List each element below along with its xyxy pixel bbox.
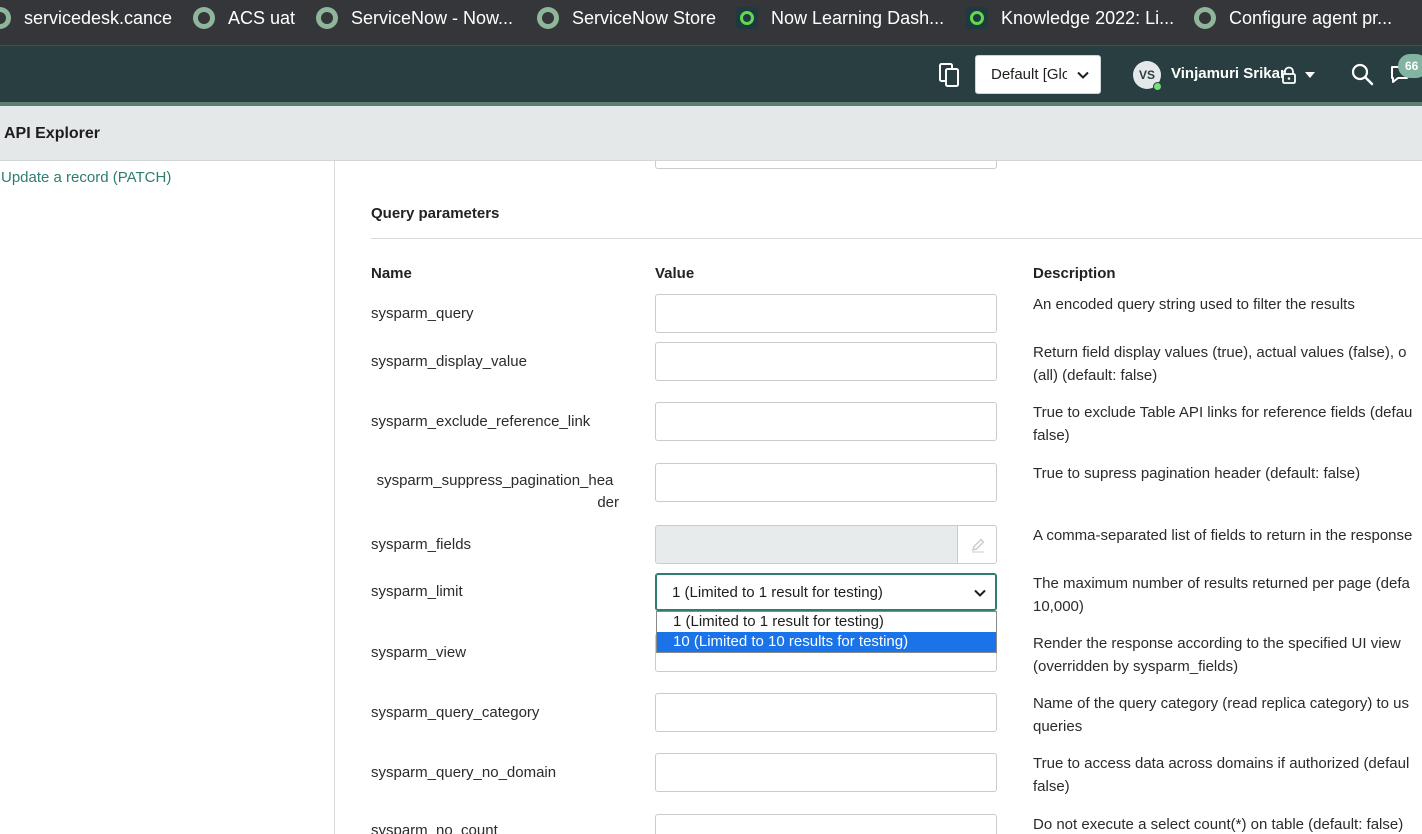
page-title: API Explorer [4,125,101,142]
description-line: (all) (default: false) [1033,367,1158,384]
bookmark-servicedesk[interactable]: servicedesk.cance [0,0,172,36]
bookmark-servicenow-store[interactable]: ServiceNow Store [537,0,716,36]
bookmark-label: ACS uat [228,7,296,28]
param-name: sysparm_view [371,644,467,661]
divider [371,238,1422,239]
description-line: True to supress pagination header (defau… [1033,465,1361,482]
servicenow-icon [316,7,338,29]
param-name: sysparm_suppress_pagination_header [371,470,619,514]
param-description: The maximum number of results returned p… [1033,572,1422,618]
bookmark-servicenow-now[interactable]: ServiceNow - Now... [316,0,513,36]
column-header-name: Name [371,265,412,282]
sysparm-query-input[interactable] [655,294,997,333]
sysparm-limit-select[interactable]: 1 (Limited to 1 result for testing) [655,573,997,611]
description-line: True to access data across domains if au… [1033,755,1410,772]
description-line: queries [1033,718,1083,735]
bookmark-label: Configure agent pr... [1229,7,1393,28]
bookmark-now-learning[interactable]: Now Learning Dash... [736,0,944,36]
param-name-line: der [597,494,619,511]
bookmark-label: servicedesk.cance [24,7,173,28]
description-line: false) [1033,778,1070,795]
param-description: Do not execute a select count(*) on tabl… [1033,813,1422,834]
limit-option[interactable]: 1 (Limited to 1 result for testing) [657,612,996,632]
bookmark-label: Now Learning Dash... [771,7,945,28]
sysparm-fields-input [655,525,958,564]
bookmark-label: ServiceNow Store [572,7,717,28]
sysparm-query-category-input[interactable] [655,693,997,732]
description-line: A comma-separated list of fields to retu… [1033,527,1413,544]
scope-select-value: Default [Global] [991,66,1067,83]
param-name: sysparm_exclude_reference_link [371,413,591,430]
description-line: Do not execute a select count(*) on tabl… [1033,816,1404,833]
param-name: sysparm_query_category [371,704,540,721]
param-name: sysparm_display_value [371,353,527,370]
servicenow-icon [0,7,11,29]
presence-indicator [1153,82,1162,91]
description-line: Return field display values (true), actu… [1033,344,1407,361]
sysparm-suppress-pagination-header-input[interactable] [655,463,997,502]
bookmark-configure-agent[interactable]: Configure agent pr... [1194,0,1392,36]
now-learning-icon [736,7,758,29]
description-line: 10,000) [1033,598,1084,615]
column-header-description: Description [1033,265,1116,282]
param-description: True to supress pagination header (defau… [1033,462,1422,485]
param-name: sysparm_fields [371,536,472,553]
now-learning-icon [966,7,988,29]
lock-icon[interactable] [1281,66,1297,84]
sysparm-no-count-input[interactable] [655,814,997,834]
copy-icon[interactable] [938,62,962,88]
bookmark-label: ServiceNow - Now... [351,7,514,28]
servicenow-icon [193,7,215,29]
param-name-line: sysparm_suppress_pagination_hea [376,472,614,489]
param-name: sysparm_query_no_domain [371,764,557,781]
avatar-initials: VS [1138,68,1155,82]
bookmarks-bar: servicedesk.cance ACS uat ServiceNow - N… [0,0,1422,46]
description-line: The maximum number of results returned p… [1033,575,1410,592]
param-name: sysparm_query [371,305,474,322]
edit-fields-button[interactable] [957,525,997,564]
caret-down-icon[interactable] [1305,71,1315,79]
description-line: Name of the query category (read replica… [1033,695,1410,712]
previous-input[interactable] [655,161,997,169]
param-description: Name of the query category (read replica… [1033,692,1422,738]
param-name: sysparm_no_count [371,822,498,834]
user-name[interactable]: Vinjamuri Srikar [1171,65,1286,82]
limit-select-value: 1 (Limited to 1 result for testing) [672,584,883,601]
description-line: (overridden by sysparm_fields) [1033,658,1239,675]
sysparm-display-value-input[interactable] [655,342,997,381]
left-nav: Update a record (PATCH) [0,161,335,834]
column-header-value: Value [655,265,695,282]
notification-badge: 66 [1398,54,1422,78]
sysparm-exclude-reference-link-input[interactable] [655,402,997,441]
section-title: Query parameters [371,205,500,222]
param-description: A comma-separated list of fields to retu… [1033,524,1422,547]
update-record-link[interactable]: Update a record (PATCH) [1,169,171,186]
param-description: Render the response according to the spe… [1033,632,1422,678]
limit-dropdown-list: 1 (Limited to 1 result for testing) 10 (… [656,611,997,653]
description-line: false) [1033,427,1070,444]
scope-select[interactable]: Default [Global] [975,55,1101,94]
sysparm-query-no-domain-input[interactable] [655,753,997,792]
param-description: Return field display values (true), actu… [1033,341,1422,387]
description-line: Render the response according to the spe… [1033,635,1401,652]
chevron-down-icon [974,589,986,597]
chevron-down-icon [1077,71,1089,79]
servicenow-icon [537,7,559,29]
bookmark-knowledge-2022[interactable]: Knowledge 2022: Li... [966,0,1174,36]
param-description: An encoded query string used to filter t… [1033,293,1422,316]
search-icon[interactable] [1350,62,1374,86]
title-bar: API Explorer [0,106,1422,161]
bookmark-label: Knowledge 2022: Li... [1001,7,1175,28]
description-line: An encoded query string used to filter t… [1033,296,1355,313]
param-name: sysparm_limit [371,583,463,600]
pencil-icon [971,538,985,553]
description-line: True to exclude Table API links for refe… [1033,404,1413,421]
servicenow-icon [1194,7,1216,29]
param-description: True to exclude Table API links for refe… [1033,401,1422,447]
bookmark-acs-uat[interactable]: ACS uat [193,0,295,36]
main-content: Query parameters Name Value Description … [336,161,1422,834]
limit-option-highlighted[interactable]: 10 (Limited to 10 results for testing) [657,632,996,652]
param-description: True to access data across domains if au… [1033,752,1422,798]
